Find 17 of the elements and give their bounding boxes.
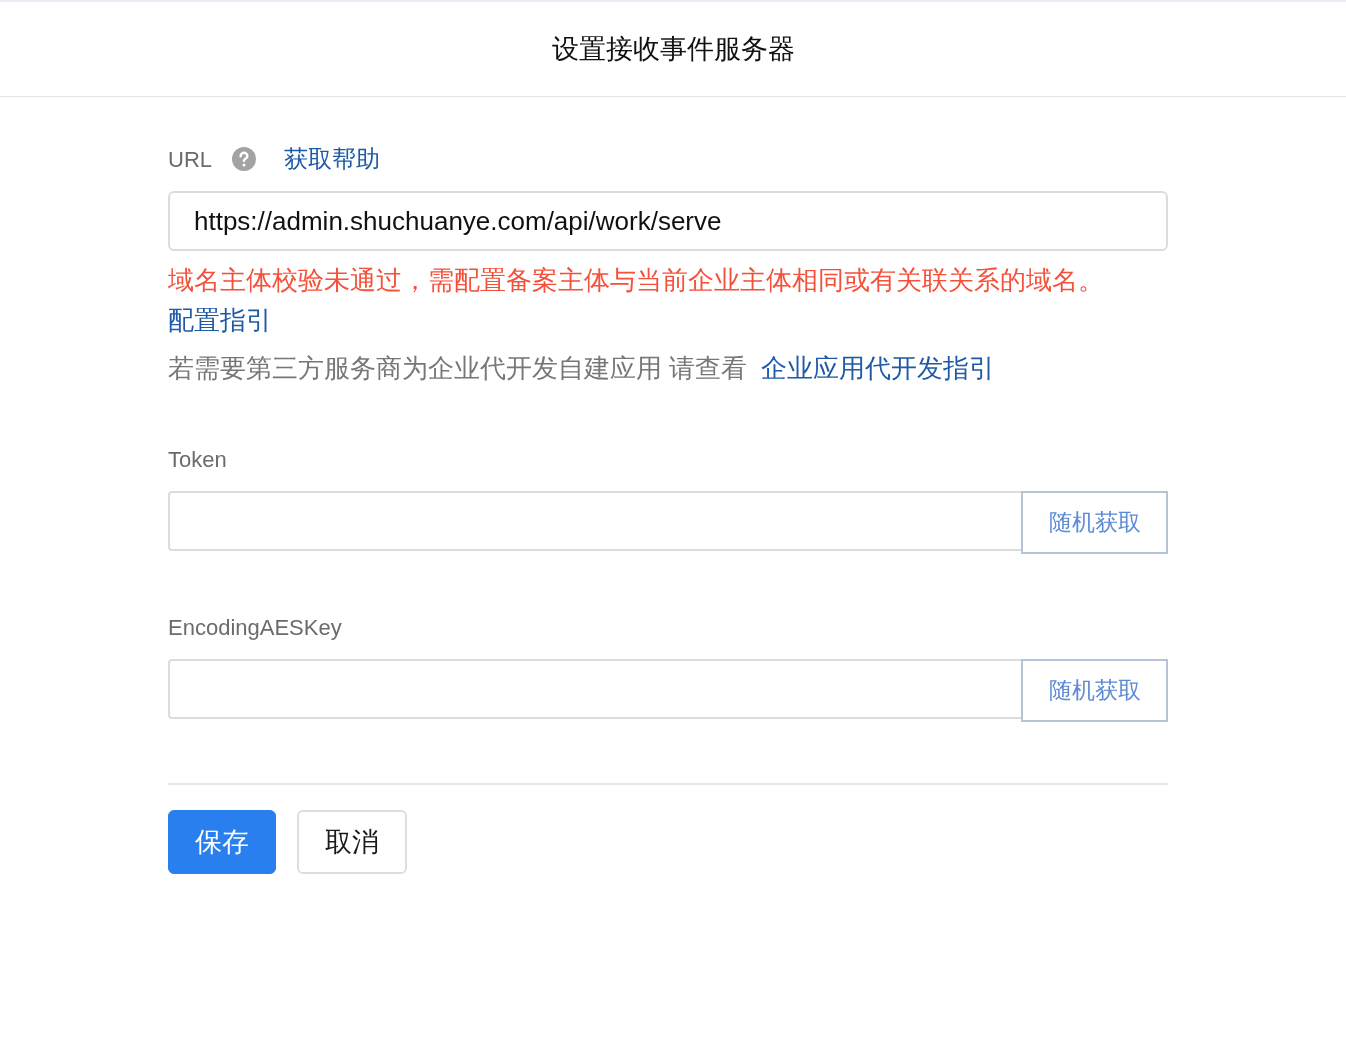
- cancel-button[interactable]: 取消: [297, 810, 407, 874]
- save-button[interactable]: 保存: [168, 810, 276, 874]
- config-guide-link[interactable]: 配置指引: [168, 305, 272, 335]
- text-input[interactable]: [168, 659, 1021, 719]
- hint-text: 若需要第三方服务商为企业代开发自建应用 请查看: [168, 351, 748, 385]
- text-input[interactable]: [168, 491, 1021, 551]
- field-label: EncodingAESKey: [168, 614, 342, 642]
- field-label: Token: [168, 446, 227, 474]
- dev-guide-link[interactable]: 企业应用代开发指引: [761, 348, 996, 388]
- dialog-title: 设置接收事件服务器: [551, 32, 795, 66]
- error-message: 域名主体校验未通过，需配置备案主体与当前企业主体相同或有关联关系的域名。 配置指引: [168, 264, 1105, 337]
- url-label: URL: [168, 145, 212, 174]
- generate-button[interactable]: 随机获取: [1021, 491, 1168, 554]
- url-input[interactable]: https://admin.shuchuanye.com/api/work/serve: [168, 191, 1168, 251]
- help-icon[interactable]: [232, 147, 256, 171]
- help-link[interactable]: 获取帮助: [284, 141, 380, 177]
- generate-button[interactable]: 随机获取: [1021, 659, 1168, 722]
